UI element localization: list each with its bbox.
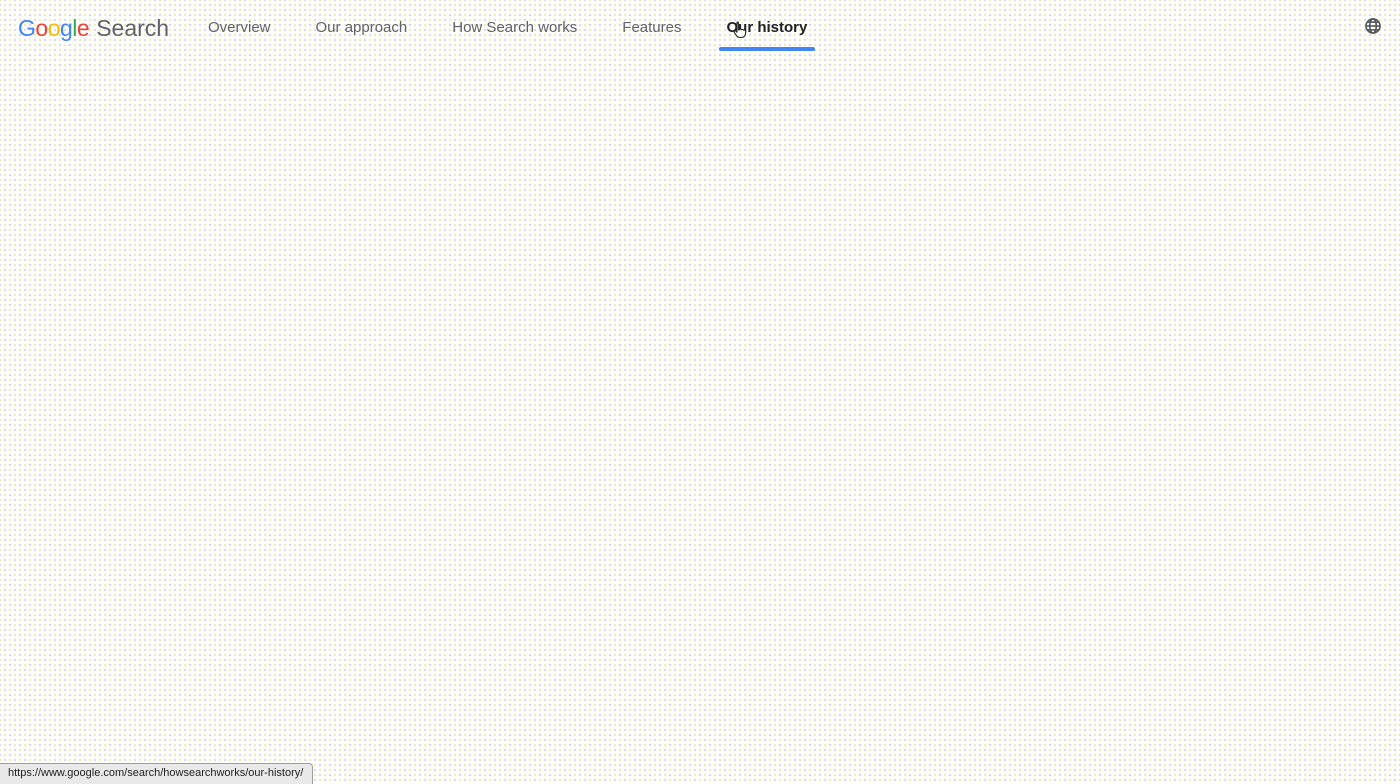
nav-item-overview[interactable]: Overview <box>208 19 271 37</box>
google-search-logo[interactable]: Google Search <box>18 0 169 56</box>
globe-icon <box>1364 18 1382 38</box>
nav-item-how-search-works[interactable]: How Search works <box>452 19 577 37</box>
primary-nav: Overview Our approach How Search works F… <box>208 0 816 56</box>
nav-item-label: Our history <box>726 19 808 36</box>
link-target-status-bar: https://www.google.com/search/howsearchw… <box>0 763 314 784</box>
nav-item-our-history[interactable]: Our history <box>718 19 816 51</box>
nav-item-our-approach[interactable]: Our approach <box>316 19 408 37</box>
logo-product-label: Search <box>96 14 170 41</box>
google-logo-wordmark: Google <box>18 14 90 41</box>
nav-item-features[interactable]: Features <box>622 19 681 37</box>
language-globe-button[interactable] <box>1364 17 1382 35</box>
page: Google Search Overview Our approach How … <box>0 0 1400 784</box>
active-tab-underline <box>718 47 816 51</box>
top-nav-header: Google Search Overview Our approach How … <box>0 0 1400 56</box>
